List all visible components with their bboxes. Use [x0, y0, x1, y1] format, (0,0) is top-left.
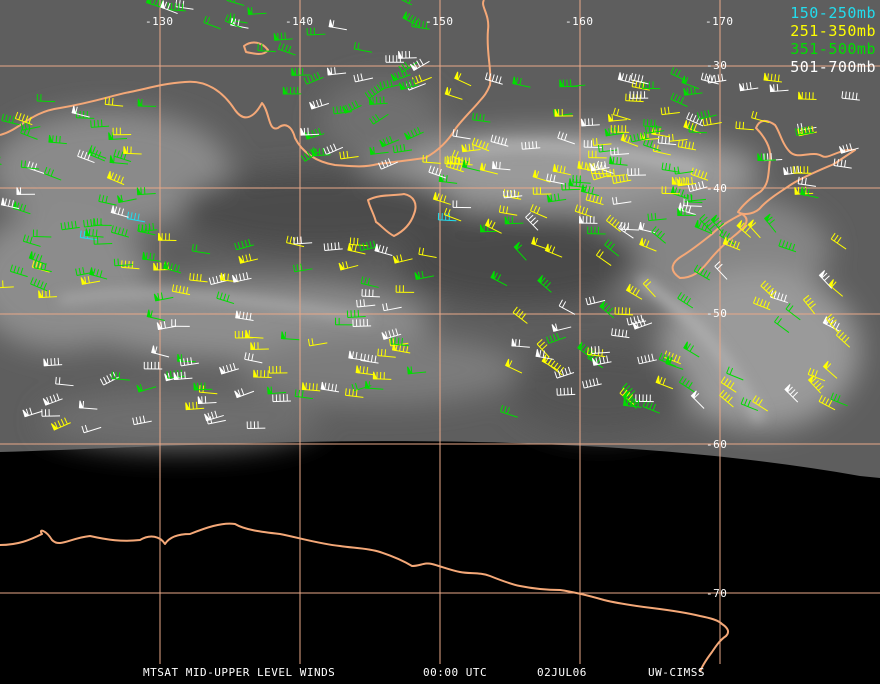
legend-item-150-250: 150-250mb — [790, 4, 876, 22]
longitude-label: -170 — [705, 16, 734, 28]
footer-date: 02JUL06 — [537, 666, 587, 679]
longitude-label: -160 — [565, 16, 594, 28]
latitude-label: -40 — [706, 183, 727, 195]
latitude-label: -30 — [706, 60, 727, 72]
legend-item-501-700: 501-700mb — [790, 58, 876, 76]
legend-item-251-350: 251-350mb — [790, 22, 876, 40]
footer-time: 00:00 UTC — [423, 666, 487, 679]
longitude-label: -150 — [425, 16, 454, 28]
longitude-label: -130 — [145, 16, 174, 28]
latitude-label: -60 — [706, 439, 727, 451]
longitude-label: -140 — [285, 16, 314, 28]
legend-item-351-500: 351-500mb — [790, 40, 876, 58]
footer-product: MTSAT MID-UPPER LEVEL WINDS — [143, 666, 335, 679]
latitude-label: -70 — [706, 588, 727, 600]
antarctica-coastline — [0, 524, 728, 672]
latitude-label: -50 — [706, 308, 727, 320]
wind-map: -130 -140 -150 -160 -170 -30 -40 -50 -60… — [0, 0, 880, 680]
satellite-map-canvas — [0, 0, 880, 680]
pressure-level-legend: 150-250mb 251-350mb 351-500mb 501-700mb — [790, 4, 876, 76]
footer-source: UW-CIMSS — [648, 666, 705, 679]
